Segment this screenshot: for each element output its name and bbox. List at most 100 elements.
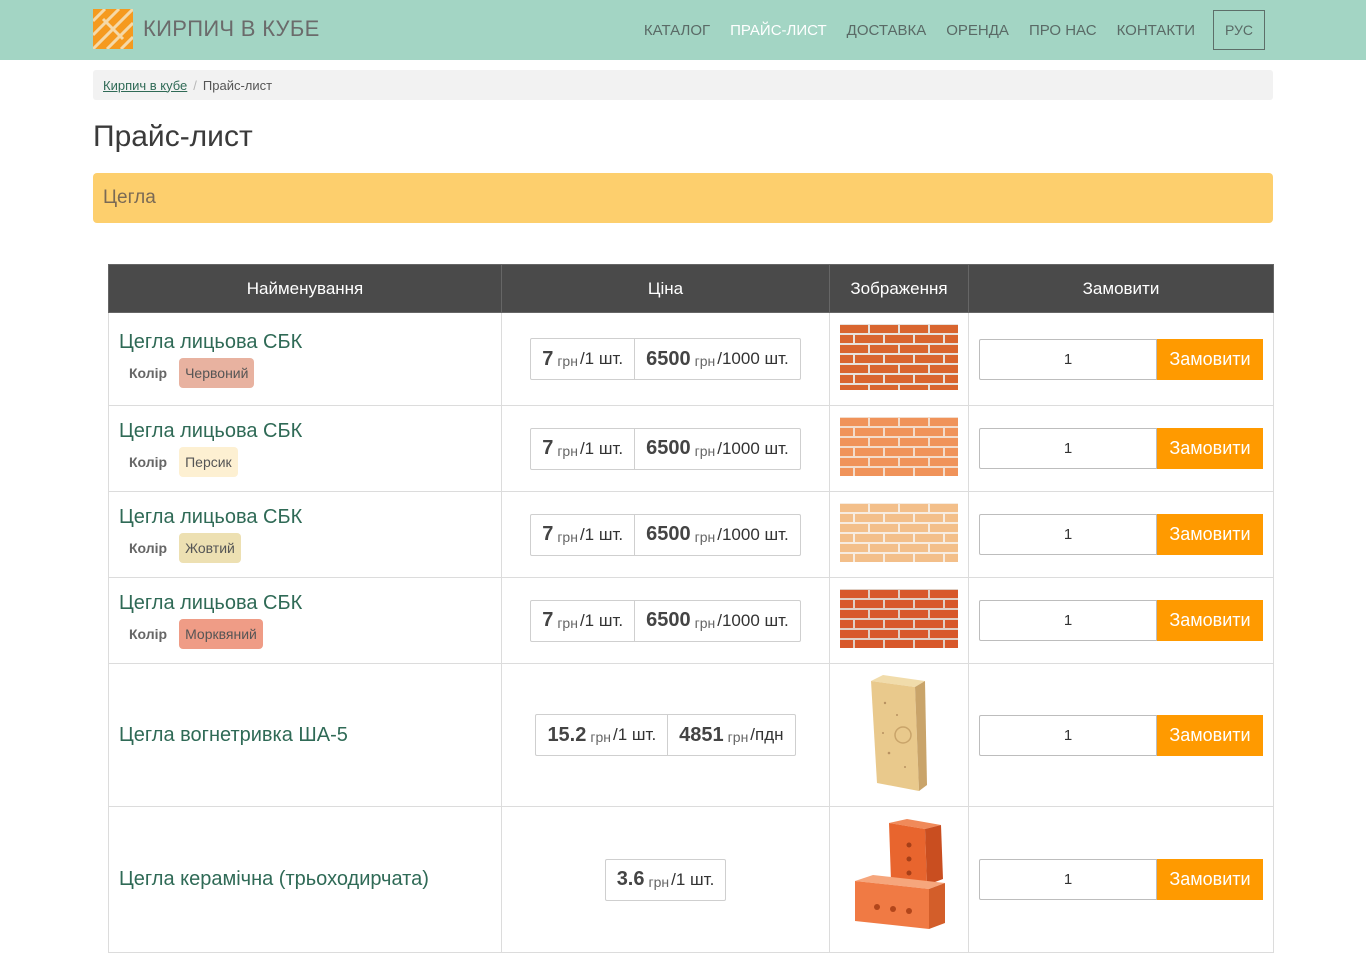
quantity-input[interactable] <box>979 514 1157 555</box>
breadcrumb-separator: / <box>193 77 197 93</box>
nav-delivery[interactable]: ДОСТАВКА <box>847 22 927 39</box>
nav-rent[interactable]: ОРЕНДА <box>946 22 1009 39</box>
product-name-link[interactable]: Цегла керамічна (трьоходирчата) <box>119 868 491 891</box>
price-per-thousand: 6500 грн/1000 шт. <box>634 339 800 379</box>
breadcrumb: Кирпич в кубе / Прайс-лист <box>93 70 1273 100</box>
color-badge: Персик <box>179 447 238 477</box>
order-form: Замовити <box>979 514 1263 555</box>
quantity-input[interactable] <box>979 428 1157 469</box>
order-form: Замовити <box>979 338 1263 380</box>
price-cell: 3.6 грн/1 шт. <box>501 806 830 953</box>
main-nav: КАТАЛОГ ПРАЙС-ЛИСТ ДОСТАВКА ОРЕНДА ПРО Н… <box>624 0 1265 60</box>
price-table: Найменування Ціна Зображення Замовити Це… <box>108 264 1274 953</box>
product-name-link[interactable]: Цегла лицьова СБК <box>119 506 491 529</box>
breadcrumb-home-link[interactable]: Кирпич в кубе <box>103 78 187 93</box>
nav-catalog[interactable]: КАТАЛОГ <box>644 22 710 39</box>
image-cell <box>829 312 969 406</box>
order-form: Замовити <box>979 600 1263 641</box>
brick-wall-red-icon[interactable] <box>840 323 958 390</box>
image-cell <box>829 405 969 492</box>
price-per-piece: 7 грн/1 шт. <box>542 437 624 459</box>
price-cell: 7 грн/1 шт. 6500 грн/1000 шт. <box>501 491 830 578</box>
image-cell <box>829 491 969 578</box>
product-name-link[interactable]: Цегла лицьова СБК <box>119 592 491 615</box>
order-button[interactable]: Замовити <box>1157 600 1263 641</box>
table-row: Цегла керамічна (трьоходирчата) 3.6 грн/1… <box>108 806 1274 953</box>
fireclay-brick-icon[interactable] <box>859 673 939 793</box>
order-button[interactable]: Замовити <box>1157 714 1263 756</box>
brick-wall-carrot-icon[interactable] <box>840 588 958 648</box>
price-per-piece: 15.2 грн/1 шт. <box>547 723 657 746</box>
brand-name: КИРПИЧ В КУБЕ <box>143 16 320 41</box>
header-order: Замовити <box>968 264 1274 313</box>
order-cell: Замовити <box>968 405 1274 492</box>
brick-wall-peach-icon[interactable] <box>840 416 958 476</box>
main-content: Кирпич в кубе / Прайс-лист Прайс-лист Це… <box>93 70 1274 953</box>
order-button[interactable]: Замовити <box>1157 338 1263 380</box>
color-row: Колір Жовтий <box>119 533 491 563</box>
order-cell: Замовити <box>968 312 1274 406</box>
product-cell: Цегла лицьова СБК Колір Червоний <box>108 312 502 406</box>
price-per-thousand: 6500 грн/1000 шт. <box>634 600 800 641</box>
table-row: Цегла лицьова СБК Колір Червоний 7 грн/1 … <box>108 312 1274 406</box>
price-cell: 7 грн/1 шт. 6500 грн/1000 шт. <box>501 312 830 406</box>
header-name: Найменування <box>108 264 502 313</box>
breadcrumb-current: Прайс-лист <box>202 77 273 93</box>
color-badge: Жовтий <box>179 533 241 563</box>
price-group: 7 грн/1 шт. 6500 грн/1000 шт. <box>530 427 801 470</box>
language-button[interactable]: РУС <box>1213 10 1265 50</box>
quantity-input[interactable] <box>979 859 1157 900</box>
product-cell: Цегла керамічна (трьоходирчата) <box>108 806 502 953</box>
product-cell: Цегла лицьова СБК Колір Морквяний <box>108 577 502 664</box>
order-button[interactable]: Замовити <box>1157 428 1263 469</box>
product-name-link[interactable]: Цегла лицьова СБК <box>119 331 491 354</box>
header-image: Зображення <box>829 264 969 313</box>
color-label: Колір <box>129 540 168 556</box>
nav-price-list[interactable]: ПРАЙС-ЛИСТ <box>730 22 827 39</box>
color-label: Колір <box>129 364 168 381</box>
order-form: Замовити <box>979 714 1263 756</box>
image-cell <box>829 577 969 664</box>
image-cell <box>829 663 969 807</box>
ceramic-brick-icon[interactable] <box>849 817 949 937</box>
table-row: Цегла лицьова СБК Колір Жовтий 7 грн/1 шт… <box>108 491 1274 578</box>
color-row: Колір Червоний <box>119 357 491 388</box>
price-per-pallet: 4851 грн/пдн <box>667 715 794 755</box>
price-per-thousand: 6500 грн/1000 шт. <box>634 514 800 555</box>
price-per-piece: 7 грн/1 шт. <box>542 347 624 370</box>
logo-icon <box>93 9 133 49</box>
price-cell: 7 грн/1 шт. 6500 грн/1000 шт. <box>501 577 830 664</box>
price-group: 7 грн/1 шт. 6500 грн/1000 шт. <box>530 338 801 380</box>
brand-link[interactable]: КИРПИЧ В КУБЕ <box>93 9 320 49</box>
price-group: 15.2 грн/1 шт. 4851 грн/пдн <box>535 714 796 756</box>
price-per-piece: 3.6 грн/1 шт. <box>616 868 715 890</box>
price-per-piece: 7 грн/1 шт. <box>542 609 624 631</box>
price-per-piece: 7 грн/1 шт. <box>542 523 624 545</box>
price-group: 3.6 грн/1 шт. <box>604 858 727 901</box>
price-cell: 7 грн/1 шт. 6500 грн/1000 шт. <box>501 405 830 492</box>
order-cell: Замовити <box>968 577 1274 664</box>
table-row: Цегла лицьова СБК Колір Морквяний 7 грн/1… <box>108 577 1274 664</box>
quantity-input[interactable] <box>979 600 1157 641</box>
color-row: Колір Морквяний <box>119 619 491 649</box>
order-button[interactable]: Замовити <box>1157 859 1263 900</box>
section-header: Цегла <box>93 173 1273 223</box>
price-per-thousand: 6500 грн/1000 шт. <box>634 428 800 469</box>
color-badge: Червоний <box>179 357 255 388</box>
product-name-link[interactable]: Цегла вогнетривка ША-5 <box>119 724 491 747</box>
color-badge: Морквяний <box>179 619 263 649</box>
table-header-row: Найменування Ціна Зображення Замовити <box>108 264 1274 313</box>
quantity-input[interactable] <box>979 714 1157 756</box>
brick-wall-yellow-icon[interactable] <box>840 502 958 562</box>
order-cell: Замовити <box>968 663 1274 807</box>
nav-contacts[interactable]: КОНТАКТИ <box>1117 22 1195 39</box>
table-row: Цегла вогнетривка ША-5 15.2 грн/1 шт. 485… <box>108 663 1274 807</box>
order-button[interactable]: Замовити <box>1157 514 1263 555</box>
product-name-link[interactable]: Цегла лицьова СБК <box>119 420 491 443</box>
nav-about[interactable]: ПРО НАС <box>1029 22 1097 39</box>
quantity-input[interactable] <box>979 338 1157 380</box>
order-form: Замовити <box>979 859 1263 900</box>
product-cell: Цегла лицьова СБК Колір Персик <box>108 405 502 492</box>
order-cell: Замовити <box>968 491 1274 578</box>
color-label: Колір <box>129 626 168 642</box>
